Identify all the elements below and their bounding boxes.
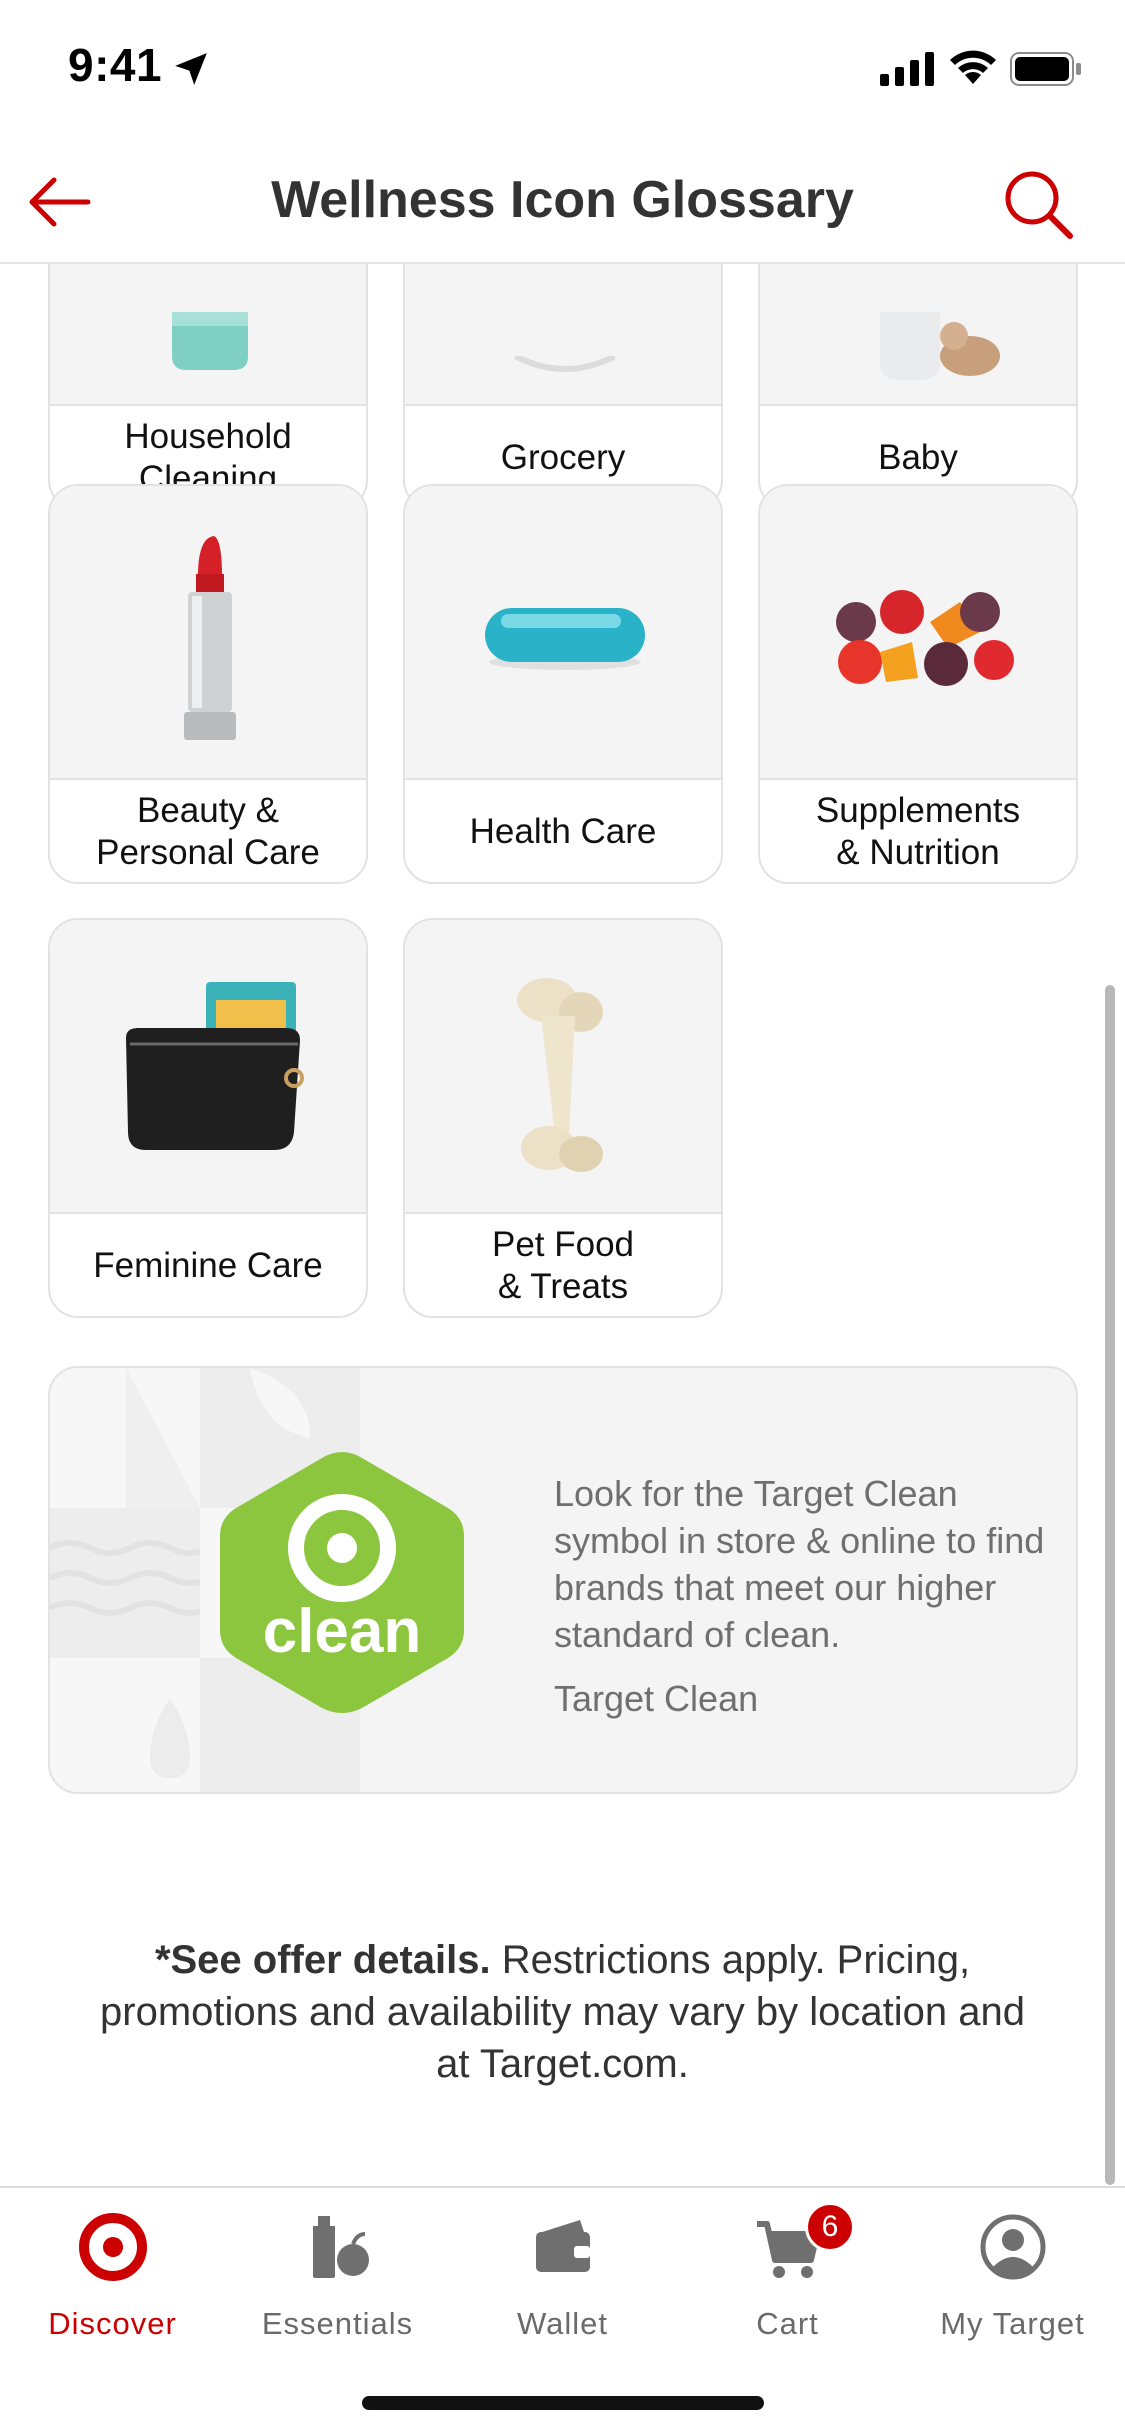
offer-footnote: *See offer details. Restrictions apply. … xyxy=(100,1934,1025,2090)
category-tile-health-care[interactable]: Health Care xyxy=(403,484,723,884)
wallet-icon xyxy=(536,2220,590,2272)
pouch-icon xyxy=(126,982,304,1150)
tile-image xyxy=(405,264,721,406)
tab-label: My Target xyxy=(940,2306,1085,2341)
category-label: Supplements & Nutrition xyxy=(815,791,1021,872)
target-clean-banner[interactable]: clean Look for the Target Clean symbol i… xyxy=(48,1366,1078,1794)
tile-image xyxy=(50,920,366,1214)
app-header: Wellness Icon Glossary xyxy=(0,140,1125,264)
tab-discover[interactable]: Discover xyxy=(0,2212,225,2342)
category-tile-beauty[interactable]: Beauty & Personal Care xyxy=(48,484,368,884)
target-clean-logo: clean xyxy=(220,1452,464,1713)
clean-logo-text: clean xyxy=(263,1597,422,1666)
scrollbar[interactable] xyxy=(1105,985,1115,2185)
category-tile-supplements[interactable]: Supplements & Nutrition xyxy=(758,484,1078,884)
baby-icon xyxy=(880,312,1000,380)
tile-image xyxy=(405,920,721,1214)
tab-label: Discover xyxy=(48,2306,177,2341)
tile-image xyxy=(760,264,1076,406)
bullseye-icon xyxy=(79,2213,147,2281)
tab-label: Cart xyxy=(756,2306,819,2341)
tile-image xyxy=(760,486,1076,780)
tile-image xyxy=(405,486,721,780)
tab-label: Essentials xyxy=(261,2306,414,2341)
category-label: Health Care xyxy=(469,812,657,851)
wifi-icon xyxy=(950,50,996,84)
tile-image xyxy=(50,264,366,406)
cellular-signal-icon xyxy=(880,52,934,86)
tab-cart[interactable]: 6 Cart xyxy=(675,2202,900,2342)
page-title: Wellness Icon Glossary xyxy=(271,171,854,229)
status-time: 9:41 xyxy=(68,39,163,91)
profile-icon xyxy=(980,2214,1046,2280)
home-indicator[interactable] xyxy=(362,2396,764,2410)
bone-treat-icon xyxy=(517,978,603,1172)
location-arrow-icon xyxy=(175,53,207,85)
grocery-bowl-icon xyxy=(515,356,615,372)
battery-icon xyxy=(1010,52,1081,86)
cart-count-badge: 6 xyxy=(805,2202,855,2252)
tab-wallet[interactable]: Wallet xyxy=(450,2212,675,2342)
tab-my-target[interactable]: My Target xyxy=(900,2212,1125,2342)
status-bar: 9:41 xyxy=(0,0,1125,140)
search-icon[interactable] xyxy=(1000,166,1076,242)
lipstick-icon xyxy=(184,536,236,740)
tab-essentials[interactable]: Essentials xyxy=(225,2212,450,2342)
essentials-icon xyxy=(313,2216,369,2278)
category-tile-household-cleaning[interactable]: Household Cleaning xyxy=(48,264,368,510)
category-label: Pet Food & Treats xyxy=(491,1225,635,1306)
category-tile-grocery[interactable]: Grocery xyxy=(403,264,723,510)
target-clean-link[interactable]: Target Clean xyxy=(554,1678,758,1720)
glossary-content[interactable]: Household Cleaning Grocery Baby Beauty &… xyxy=(0,264,1125,2188)
gummies-icon xyxy=(836,590,1014,686)
tile-image xyxy=(50,486,366,780)
category-tile-pet-food[interactable]: Pet Food & Treats xyxy=(403,918,723,1318)
offer-details-link[interactable]: *See offer details. xyxy=(155,1938,491,1982)
category-label: Feminine Care xyxy=(93,1246,323,1285)
capsule-icon xyxy=(485,608,645,670)
tab-label: Wallet xyxy=(517,2306,608,2341)
category-label: Beauty & Personal Care xyxy=(96,791,320,872)
category-tile-baby[interactable]: Baby xyxy=(758,264,1078,510)
category-tile-feminine-care[interactable]: Feminine Care xyxy=(48,918,368,1318)
banner-description: Look for the Target Clean symbol in stor… xyxy=(554,1473,1045,1655)
spray-bottle-icon xyxy=(172,312,248,370)
